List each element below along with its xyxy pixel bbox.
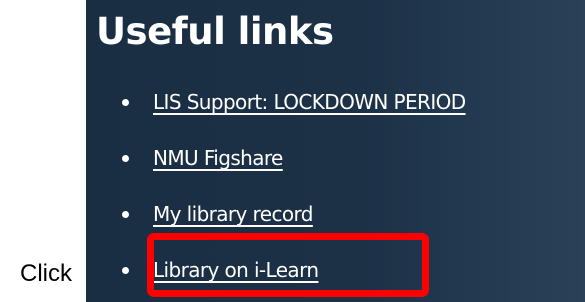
screenshot-stage: Click Useful links LIS Support: LOCKDOWN… [0, 0, 585, 302]
list-item: Library on i-Learn [122, 254, 319, 286]
bullet-icon [122, 154, 129, 162]
library-on-ilearn-link[interactable]: Library on i-Learn [153, 258, 319, 282]
useful-links-heading: Useful links [96, 10, 334, 53]
click-instruction-text: Click [20, 260, 72, 287]
bullet-icon [122, 210, 129, 218]
list-item: LIS Support: LOCKDOWN PERIOD [122, 86, 466, 118]
lis-support-link[interactable]: LIS Support: LOCKDOWN PERIOD [153, 90, 466, 114]
bullet-icon [122, 98, 129, 106]
list-item: NMU Figshare [122, 142, 283, 174]
my-library-record-link[interactable]: My library record [153, 202, 313, 226]
nmu-figshare-link[interactable]: NMU Figshare [153, 146, 283, 170]
useful-links-panel: Useful links LIS Support: LOCKDOWN PERIO… [86, 0, 585, 302]
bullet-icon [122, 266, 129, 274]
list-item: My library record [122, 198, 313, 230]
